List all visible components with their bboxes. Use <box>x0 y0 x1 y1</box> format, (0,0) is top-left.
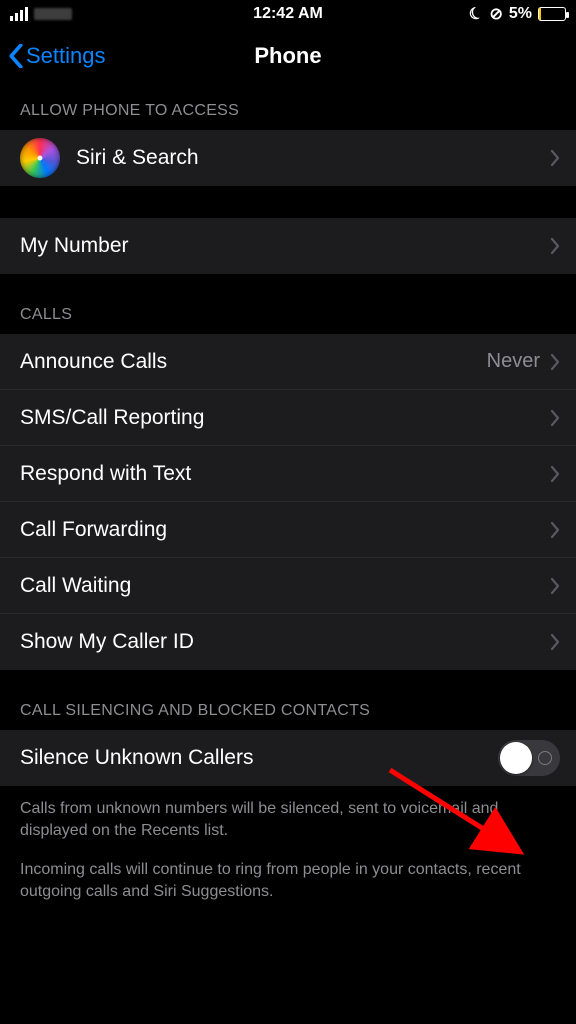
chevron-right-icon <box>550 150 560 166</box>
row-respond-with-text[interactable]: Respond with Text <box>0 446 576 502</box>
toggle-off-indicator-icon <box>538 751 552 765</box>
call-waiting-label: Call Waiting <box>20 574 550 598</box>
group-silencing: Silence Unknown Callers <box>0 730 576 786</box>
nav-bar: Settings Phone <box>0 28 576 84</box>
signal-icon <box>10 7 28 21</box>
footer-text-2: Incoming calls will continue to ring fro… <box>0 845 576 906</box>
status-right: ☾ ⊘ 5% <box>469 4 566 24</box>
section-header-silencing: CALL SILENCING AND BLOCKED CONTACTS <box>0 670 576 730</box>
row-call-forwarding[interactable]: Call Forwarding <box>0 502 576 558</box>
silence-unknown-label: Silence Unknown Callers <box>20 746 498 770</box>
page-title: Phone <box>0 43 576 69</box>
row-sms-call-reporting[interactable]: SMS/Call Reporting <box>0 390 576 446</box>
respond-text-label: Respond with Text <box>20 462 550 486</box>
dnd-moon-icon: ☾ <box>466 2 486 26</box>
status-left <box>10 7 72 21</box>
row-show-caller-id[interactable]: Show My Caller ID <box>0 614 576 670</box>
siri-search-label: Siri & Search <box>76 146 550 170</box>
silence-unknown-toggle[interactable] <box>498 740 560 776</box>
group-my-number: My Number <box>0 218 576 274</box>
chevron-right-icon <box>550 634 560 650</box>
section-header-calls: CALLS <box>0 274 576 334</box>
row-my-number[interactable]: My Number <box>0 218 576 274</box>
group-calls: Announce Calls Never SMS/Call Reporting … <box>0 334 576 670</box>
chevron-right-icon <box>550 578 560 594</box>
chevron-right-icon <box>550 522 560 538</box>
row-silence-unknown-callers[interactable]: Silence Unknown Callers <box>0 730 576 786</box>
status-bar: 12:42 AM ☾ ⊘ 5% <box>0 0 576 28</box>
sms-call-reporting-label: SMS/Call Reporting <box>20 406 550 430</box>
content-scroll[interactable]: ALLOW PHONE TO ACCESS Siri & Search My N… <box>0 84 576 1024</box>
battery-icon <box>538 7 566 21</box>
row-announce-calls[interactable]: Announce Calls Never <box>0 334 576 390</box>
footer-text-1: Calls from unknown numbers will be silen… <box>0 786 576 845</box>
announce-calls-label: Announce Calls <box>20 350 487 374</box>
my-number-label: My Number <box>20 234 550 258</box>
row-siri-search[interactable]: Siri & Search <box>0 130 576 186</box>
carrier-label <box>34 8 72 20</box>
group-allow-access: Siri & Search <box>0 130 576 186</box>
row-call-waiting[interactable]: Call Waiting <box>0 558 576 614</box>
chevron-right-icon <box>550 238 560 254</box>
chevron-right-icon <box>550 410 560 426</box>
orientation-lock-icon: ⊘ <box>489 4 502 24</box>
toggle-knob <box>500 742 532 774</box>
battery-percent: 5% <box>509 5 532 23</box>
siri-icon <box>20 138 60 178</box>
section-header-allow-access: ALLOW PHONE TO ACCESS <box>0 84 576 130</box>
call-forwarding-label: Call Forwarding <box>20 518 550 542</box>
announce-calls-value: Never <box>487 350 540 373</box>
show-caller-id-label: Show My Caller ID <box>20 630 550 654</box>
chevron-right-icon <box>550 354 560 370</box>
chevron-right-icon <box>550 466 560 482</box>
